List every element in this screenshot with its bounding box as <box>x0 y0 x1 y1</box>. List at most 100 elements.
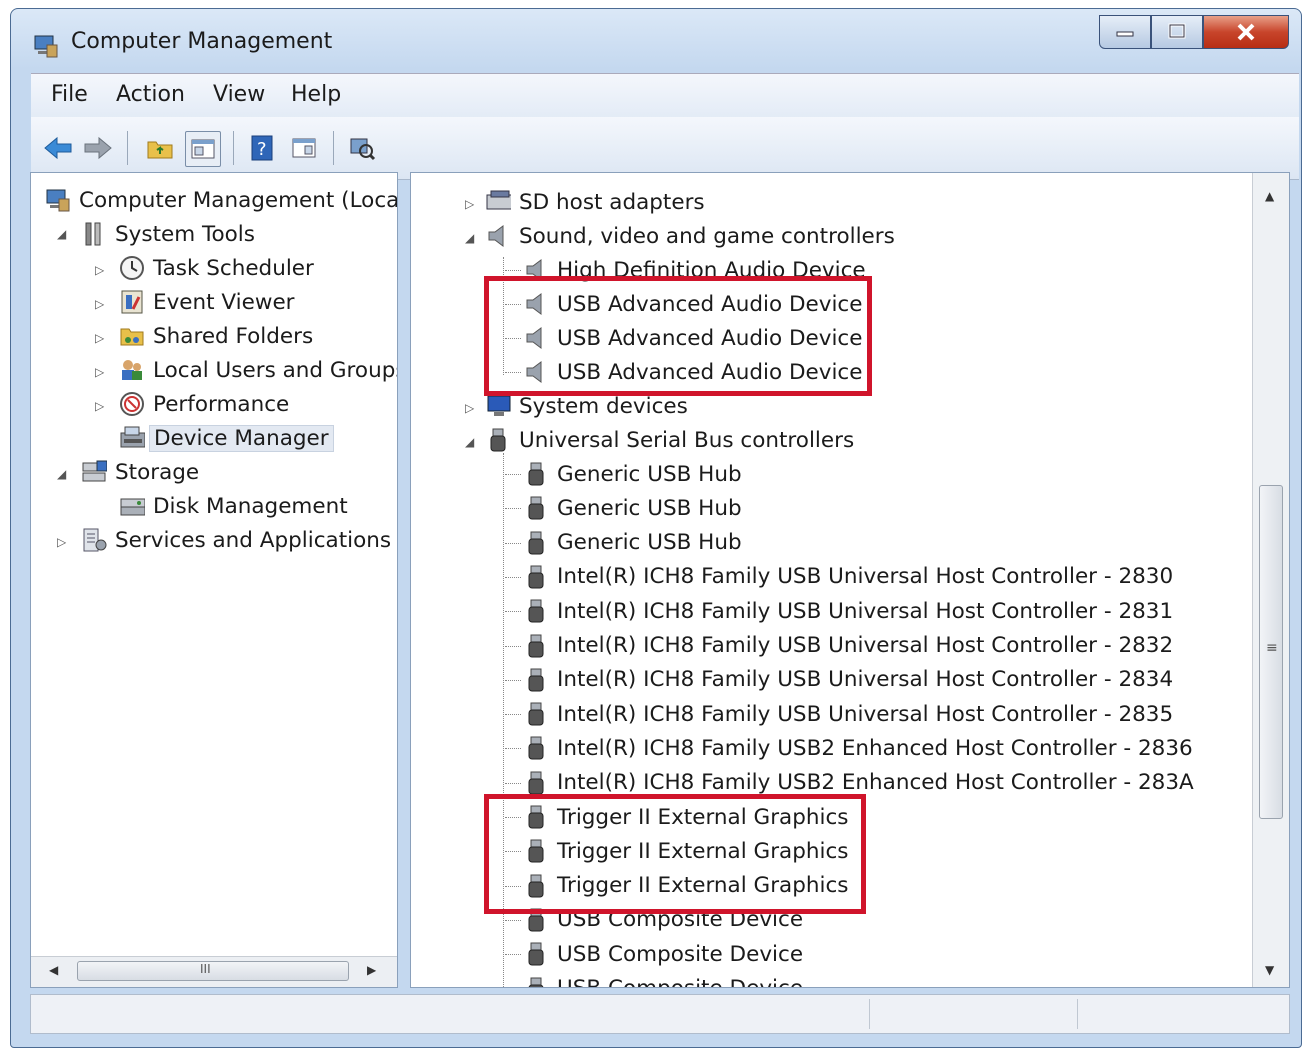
close-button[interactable] <box>1203 15 1289 49</box>
device-tree-pane[interactable]: ▷ SD host adapters ◢ Sound, video and ga… <box>410 172 1290 988</box>
expanded-arrow-icon[interactable]: ◢ <box>57 227 66 241</box>
tree-connector <box>505 372 521 373</box>
forward-button[interactable] <box>81 131 115 165</box>
collapsed-arrow-icon[interactable]: ▷ <box>95 263 104 277</box>
scroll-right-icon[interactable]: ▶ <box>367 963 376 977</box>
maximize-button[interactable] <box>1151 15 1203 49</box>
scrollbar-thumb[interactable]: ≡ <box>1259 485 1283 819</box>
tree-connector <box>505 508 521 510</box>
tree-item-storage[interactable]: Storage <box>81 455 199 489</box>
back-button[interactable] <box>41 131 75 165</box>
device-label: Intel(R) ICH8 Family USB Universal Host … <box>557 598 1174 624</box>
category-system-devices[interactable]: System devices <box>485 389 688 423</box>
device-item[interactable]: Generic USB Hub <box>523 457 742 491</box>
help-button[interactable]: ? <box>245 131 279 165</box>
device-item[interactable]: USB Composite Device <box>523 972 803 987</box>
tree-item-task-scheduler[interactable]: Task Scheduler <box>119 251 314 285</box>
svg-text:?: ? <box>257 139 267 160</box>
menu-file[interactable]: File <box>51 82 88 107</box>
tree-item-local-users[interactable]: Local Users and Groups <box>119 353 397 387</box>
device-item[interactable]: Intel(R) ICH8 Family USB Universal Host … <box>523 697 1173 731</box>
expanded-arrow-icon[interactable]: ◢ <box>465 435 474 449</box>
device-item[interactable]: Generic USB Hub <box>523 491 742 525</box>
category-sd-host-adapters[interactable]: SD host adapters <box>485 185 705 219</box>
tree-root[interactable]: Computer Management (Local <box>45 183 397 217</box>
category-sound-video-game[interactable]: Sound, video and game controllers <box>485 219 895 253</box>
tree-item-system-tools[interactable]: System Tools <box>81 217 255 251</box>
minimize-button[interactable] <box>1099 15 1151 49</box>
collapsed-arrow-icon[interactable]: ▷ <box>95 365 104 379</box>
tree-item-disk-management[interactable]: Disk Management <box>119 489 348 523</box>
device-item[interactable]: Generic USB Hub <box>523 526 742 560</box>
tree-item-services-applications[interactable]: Services and Applications <box>81 523 391 557</box>
device-item[interactable]: USB Composite Device <box>523 903 803 937</box>
device-item[interactable]: Trigger II External Graphics <box>523 834 848 868</box>
device-item[interactable]: USB Advanced Audio Device <box>523 355 862 389</box>
device-item[interactable]: Intel(R) ICH8 Family USB Universal Host … <box>523 560 1173 594</box>
tree-connector <box>505 542 521 544</box>
tree-connector <box>505 679 521 681</box>
collapsed-arrow-icon[interactable]: ▷ <box>95 399 104 413</box>
device-item[interactable]: USB Composite Device <box>523 937 803 971</box>
collapsed-arrow-icon[interactable]: ▷ <box>95 331 104 345</box>
category-usb-controllers[interactable]: Universal Serial Bus controllers <box>485 423 854 457</box>
up-folder-button[interactable] <box>143 131 177 165</box>
tree-item-device-manager[interactable]: Device Manager <box>119 421 334 455</box>
collapsed-arrow-icon[interactable]: ▷ <box>465 197 474 211</box>
scroll-up-icon[interactable]: ▲ <box>1265 189 1274 203</box>
collapsed-arrow-icon[interactable]: ▷ <box>465 401 474 415</box>
device-item[interactable]: Intel(R) ICH8 Family USB2 Enhanced Host … <box>523 731 1193 765</box>
tree-item-performance[interactable]: Performance <box>119 387 289 421</box>
menu-help[interactable]: Help <box>291 82 341 107</box>
usb-icon <box>523 495 549 521</box>
back-arrow-icon <box>44 136 72 160</box>
device-item[interactable]: Intel(R) ICH8 Family USB Universal Host … <box>523 594 1173 628</box>
sd-adapter-icon <box>485 189 511 215</box>
device-item[interactable]: Trigger II External Graphics <box>523 869 848 903</box>
usb-icon <box>523 530 549 556</box>
device-item[interactable]: USB Advanced Audio Device <box>523 321 862 355</box>
device-label: Intel(R) ICH8 Family USB Universal Host … <box>557 701 1174 727</box>
collapsed-arrow-icon[interactable]: ▷ <box>57 535 66 549</box>
show-action-pane-button[interactable] <box>287 131 321 165</box>
tree-connector <box>505 851 521 853</box>
tree-item-label: Shared Folders <box>153 323 314 349</box>
show-hide-console-tree-button[interactable] <box>185 131 221 167</box>
expanded-arrow-icon[interactable]: ◢ <box>57 467 66 481</box>
disk-icon <box>119 493 145 519</box>
scrollbar-thumb[interactable]: III <box>77 961 349 981</box>
menu-action[interactable]: Action <box>116 82 185 107</box>
device-item[interactable]: USB Advanced Audio Device <box>523 287 862 321</box>
device-item[interactable]: Intel(R) ICH8 Family USB Universal Host … <box>523 663 1173 697</box>
usb-icon <box>523 564 549 590</box>
menu-view[interactable]: View <box>213 82 265 107</box>
tree-connector <box>505 645 521 647</box>
usb-icon <box>523 804 549 830</box>
device-item[interactable]: Intel(R) ICH8 Family USB Universal Host … <box>523 629 1173 663</box>
title-bar[interactable]: Computer Management <box>11 9 1301 73</box>
device-label: Intel(R) ICH8 Family USB Universal Host … <box>557 633 1174 658</box>
device-item[interactable]: Trigger II External Graphics <box>523 800 848 834</box>
console-tree-pane[interactable]: Computer Management (Local ◢ System Tool… <box>30 172 398 988</box>
tree-connector <box>505 748 521 750</box>
usb-icon <box>485 427 511 453</box>
vertical-scrollbar[interactable]: ▲ ≡ ▼ <box>1252 173 1289 987</box>
tree-connector <box>505 885 521 887</box>
collapsed-arrow-icon[interactable]: ▷ <box>95 297 104 311</box>
device-item[interactable]: High Definition Audio Device <box>523 253 866 287</box>
tree-connector <box>505 782 521 784</box>
device-label: USB Composite Device <box>557 907 804 933</box>
horizontal-scrollbar[interactable]: ◀ III ▶ <box>31 956 397 987</box>
device-item[interactable]: Intel(R) ICH8 Family USB2 Enhanced Host … <box>523 766 1194 800</box>
tree-item-shared-folders[interactable]: Shared Folders <box>119 319 313 353</box>
speaker-icon <box>523 359 549 385</box>
usb-icon <box>523 838 549 864</box>
tree-item-label: Performance <box>153 391 290 417</box>
scan-hardware-button[interactable] <box>345 131 379 165</box>
scroll-left-icon[interactable]: ◀ <box>49 963 58 977</box>
device-label: USB Composite Device <box>557 941 804 967</box>
expanded-arrow-icon[interactable]: ◢ <box>465 231 474 245</box>
scroll-down-icon[interactable]: ▼ <box>1265 963 1274 977</box>
usb-icon <box>523 907 549 933</box>
tree-item-event-viewer[interactable]: Event Viewer <box>119 285 295 319</box>
